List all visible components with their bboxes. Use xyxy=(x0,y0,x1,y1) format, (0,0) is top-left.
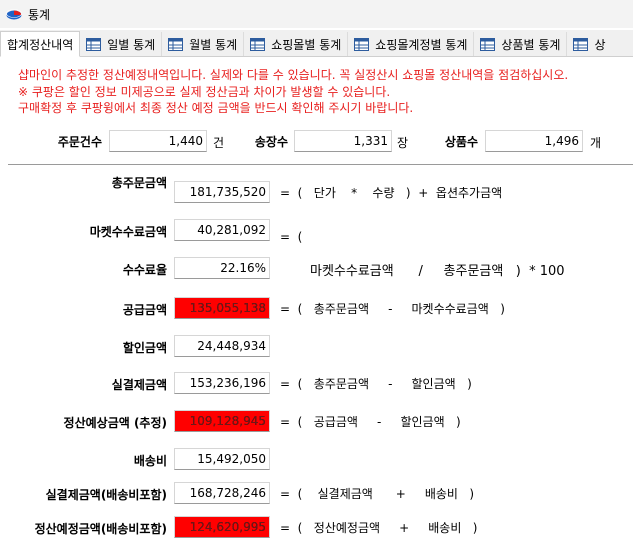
invoice-count-unit: 장 xyxy=(397,136,409,150)
tab-total-settlement[interactable]: 합계정산내역 xyxy=(0,31,81,57)
tab-mall-account-stats[interactable]: 쇼핑몰계정별 통계 xyxy=(348,32,475,56)
invoice-count-label: 송장수 xyxy=(254,135,288,149)
invoice-count-field[interactable]: 1,331 xyxy=(294,130,392,152)
tab-label: 합계정산내역 xyxy=(7,37,74,52)
discount-label: 할인금액 xyxy=(122,341,167,355)
tab-label: 쇼핑몰별 통계 xyxy=(271,37,342,52)
settle-estimate-field[interactable]: 109,128,945 xyxy=(174,410,270,432)
table-icon xyxy=(168,37,184,51)
settle-estimate-formula: = ( 공급금액 - 할인금액 ) xyxy=(280,415,461,429)
market-fee-field[interactable]: 40,281,092 xyxy=(174,219,270,241)
supply-amount-label: 공급금액 xyxy=(122,303,167,317)
shipping-field[interactable]: 15,492,050 xyxy=(174,448,270,470)
discount-field[interactable]: 24,448,934 xyxy=(174,335,270,357)
supply-amount-formula: = ( 총주문금액 - 마켓수수료금액 ) xyxy=(280,302,505,316)
settle-estimate-value: 109,128,945 xyxy=(189,414,266,428)
tab-product-stats[interactable]: 상품별 통계 xyxy=(474,32,568,56)
product-count-field[interactable]: 1,496 xyxy=(485,130,583,152)
order-count-unit: 건 xyxy=(213,136,225,150)
tab-label: 상 xyxy=(594,37,606,52)
tab-more[interactable]: 상 xyxy=(567,32,611,56)
order-count-field[interactable]: 1,440 xyxy=(109,130,207,152)
product-count-label: 상품수 xyxy=(444,135,478,149)
net-with-shipping-formula: = ( 실결제금액 + 배송비 ) xyxy=(280,487,475,501)
net-payment-label: 실결제금액 xyxy=(111,378,167,392)
settle-estimate-label: 정산예상금액 (추정) xyxy=(63,416,167,430)
tab-bar: 합계정산내역 일별 통계 월별 통계 쇼핑몰별 통계 쇼핑몰계정별 통계 상품별… xyxy=(0,30,633,57)
window-titlebar: 통계 xyxy=(0,0,633,28)
tab-label: 상품별 통계 xyxy=(501,37,561,52)
settle-with-shipping-formula: = ( 정산예정금액 + 배송비 ) xyxy=(280,521,478,535)
table-icon xyxy=(480,37,496,51)
notice-line: 구매확정 후 쿠팡윙에서 최종 정산 예정 금액을 반드시 확인해 주시기 바랍… xyxy=(18,101,414,115)
settle-with-shipping-field[interactable]: 124,620,995 xyxy=(174,516,270,538)
net-payment-formula: = ( 총주문금액 - 할인금액 ) xyxy=(280,377,472,391)
fee-rate-formula: 마켓수수료금액 / 총주문금액 ) * 100 xyxy=(310,264,565,279)
tab-daily-stats[interactable]: 일별 통계 xyxy=(80,32,163,56)
pie-chart-icon xyxy=(6,9,22,20)
tab-label: 쇼핑몰계정별 통계 xyxy=(375,37,468,52)
settlement-notice: 샵마인이 추정한 정산예정내역입니다. 실제와 다를 수 있습니다. 꼭 실정산… xyxy=(18,67,628,117)
notice-line: 샵마인이 추정한 정산예정내역입니다. 실제와 다를 수 있습니다. 꼭 실정산… xyxy=(18,68,569,82)
market-fee-formula: = ( xyxy=(280,230,303,244)
notice-line: ※ 쿠팡은 할인 정보 미제공으로 실제 정산금과 차이가 발생할 수 있습니다… xyxy=(18,84,391,99)
total-order-field[interactable]: 181,735,520 xyxy=(174,181,270,203)
supply-amount-field[interactable]: 135,055,138 xyxy=(174,297,270,319)
supply-amount-value: 135,055,138 xyxy=(189,301,266,315)
table-icon xyxy=(250,37,266,51)
order-count-label: 주문건수 xyxy=(57,135,102,149)
net-with-shipping-label: 실결제금액(배송비포함) xyxy=(45,488,167,502)
tab-mall-stats[interactable]: 쇼핑몰별 통계 xyxy=(244,32,349,56)
net-with-shipping-field[interactable]: 168,728,246 xyxy=(174,482,270,504)
fee-rate-label: 수수료율 xyxy=(122,263,167,277)
total-order-formula: = ( 단가 * 수량 ) + 옵션추가금액 xyxy=(280,186,503,200)
market-fee-label: 마켓수수료금액 xyxy=(89,225,167,239)
shipping-label: 배송비 xyxy=(133,454,167,468)
fee-rate-field[interactable]: 22.16% xyxy=(174,257,270,279)
table-icon xyxy=(86,37,102,51)
product-count-unit: 개 xyxy=(590,136,602,150)
total-order-label: 총주문금액 xyxy=(111,176,167,190)
settle-with-shipping-label: 정산예정금액(배송비포함) xyxy=(34,522,167,536)
tab-label: 월별 통계 xyxy=(189,37,238,52)
window-title: 통계 xyxy=(28,7,51,22)
section-divider xyxy=(8,164,633,165)
table-icon xyxy=(573,37,589,51)
tab-label: 일별 통계 xyxy=(107,37,156,52)
table-icon xyxy=(354,37,370,51)
net-payment-field[interactable]: 153,236,196 xyxy=(174,372,270,394)
tab-monthly-stats[interactable]: 월별 통계 xyxy=(162,32,245,56)
settle-with-shipping-value: 124,620,995 xyxy=(189,520,266,534)
